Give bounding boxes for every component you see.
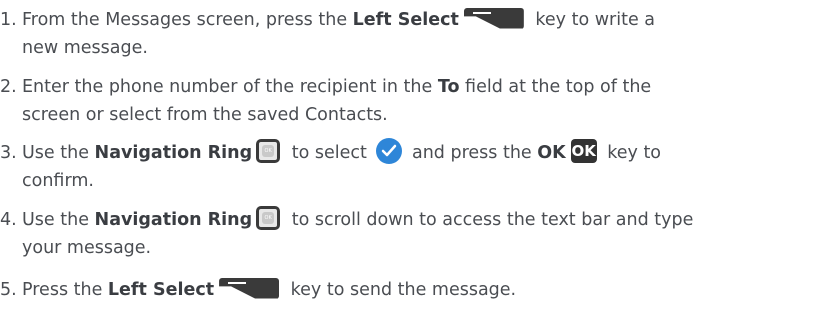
to-field-label: To — [437, 77, 460, 97]
navigation-ring-ok-label: OK — [262, 212, 275, 224]
navigation-ring-icon: OK — [256, 139, 281, 163]
navigation-ring-label: Navigation Ring — [94, 210, 253, 230]
navigation-ring-ok-label: OK — [262, 145, 275, 157]
ok-label: OK — [537, 143, 566, 163]
left-select-label: Left Select — [352, 10, 459, 30]
step-text: Use the — [22, 143, 95, 163]
step-number: 5. — [0, 280, 17, 300]
step-2: 2. Enter the phone number of the recipien… — [0, 73, 800, 129]
navigation-ring-icon: OK — [256, 206, 281, 230]
step-3: 3. Use the Navigation Ring OK to select an… — [0, 138, 800, 195]
checkmark-icon — [376, 138, 403, 164]
step-text: key to write a — [529, 10, 656, 30]
step-text: key to — [601, 143, 662, 163]
step-2-line-1: 2. Enter the phone number of the recipien… — [0, 73, 800, 101]
step-text: and press the — [406, 143, 538, 163]
step-3-line-1: 3. Use the Navigation Ring OK to select an… — [0, 138, 800, 167]
step-1-line-1: 1. From the Messages screen, press the Le… — [0, 6, 800, 34]
step-text: From the Messages screen, press the — [22, 10, 353, 30]
step-text: Use the — [22, 210, 95, 230]
step-1-line-2: new message. — [22, 38, 148, 58]
step-5: 5. Press the Left Select key to send the … — [0, 276, 800, 304]
step-number: 3. — [0, 143, 17, 163]
step-4: 4. Use the Navigation Ring OK to scroll do… — [0, 206, 800, 262]
step-text: Enter the phone number of the recipient … — [22, 77, 438, 97]
step-text: to select — [286, 143, 373, 163]
step-text: to scroll down to access the text bar an… — [286, 210, 694, 230]
navigation-ring-label: Navigation Ring — [94, 143, 253, 163]
step-text: key to send the message. — [285, 280, 517, 300]
step-2-line-2: screen or select from the saved Contacts… — [22, 105, 388, 125]
step-text: Press the — [22, 280, 108, 300]
ok-key-icon: OK — [570, 139, 597, 163]
step-1: 1. From the Messages screen, press the Le… — [0, 6, 800, 62]
left-select-key-icon — [463, 7, 524, 29]
step-3-line-2: confirm. — [22, 171, 94, 191]
left-select-key-icon — [219, 277, 280, 299]
step-number: 1. — [0, 10, 17, 30]
step-5-line-1: 5. Press the Left Select key to send the … — [0, 276, 800, 304]
left-select-label: Left Select — [107, 280, 215, 300]
step-4-line-2: your message. — [22, 238, 152, 258]
step-number: 4. — [0, 210, 17, 230]
step-number: 2. — [0, 77, 17, 97]
step-4-line-1: 4. Use the Navigation Ring OK to scroll do… — [0, 206, 800, 234]
step-text: field at the top of the — [459, 77, 652, 97]
